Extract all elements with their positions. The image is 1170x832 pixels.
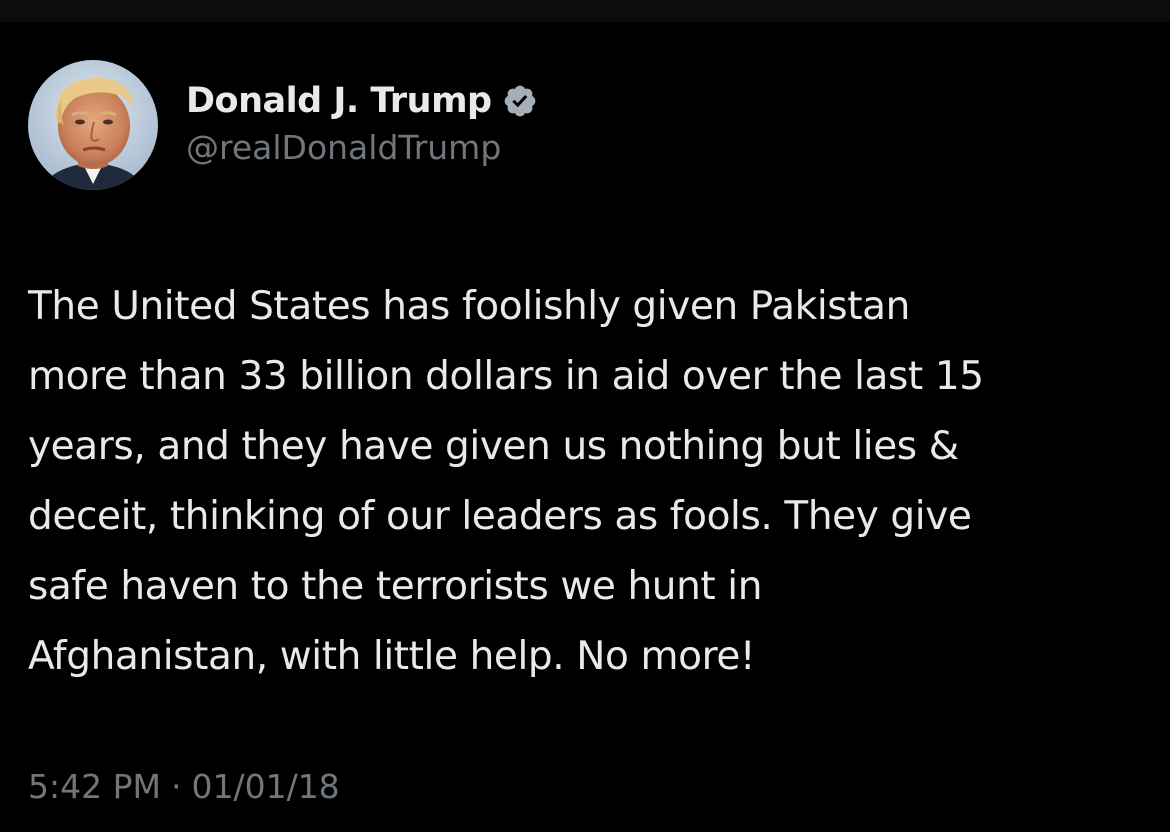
tweet-text-line: more than 33 billion dollars in aid over…	[28, 354, 984, 399]
author-handle[interactable]: @realDonaldTrump	[186, 126, 538, 170]
avatar[interactable]	[28, 60, 158, 190]
tweet-text-line: The United States has foolishly given Pa…	[28, 284, 910, 329]
avatar-photo	[28, 60, 158, 190]
tweet-text-line: Afghanistan, with little help. No more!	[28, 634, 756, 679]
tweet-date[interactable]: 01/01/18	[191, 767, 339, 806]
tweet-header: Donald J. Trump @realDonaldTrump	[28, 60, 538, 190]
author-display-name[interactable]: Donald J. Trump	[186, 80, 492, 122]
verified-badge-icon[interactable]	[502, 83, 538, 119]
meta-separator: ·	[170, 767, 182, 806]
tweet-text-line: safe haven to the terrorists we hunt in	[28, 564, 763, 609]
author-name-row: Donald J. Trump	[186, 80, 538, 122]
tweet-metadata: 5:42 PM · 01/01/18	[28, 762, 340, 812]
tweet-card: Donald J. Trump @realDonaldTrump The Uni…	[0, 22, 1170, 832]
top-edge-strip	[0, 0, 1170, 22]
tweet-text-line: years, and they have given us nothing bu…	[28, 424, 959, 469]
tweet-time[interactable]: 5:42 PM	[28, 767, 161, 806]
tweet-text: The United States has foolishly given Pa…	[28, 272, 1148, 692]
tweet-text-line: deceit, thinking of our leaders as fools…	[28, 494, 972, 539]
author-identity: Donald J. Trump @realDonaldTrump	[186, 80, 538, 170]
